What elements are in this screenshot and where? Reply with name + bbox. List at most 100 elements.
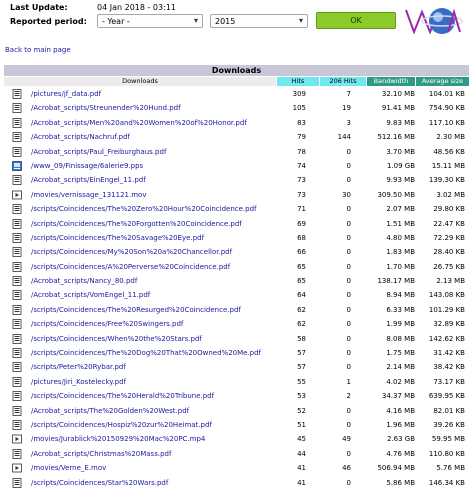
bandwidth-value: 512.16 MB	[377, 133, 415, 142]
bandwidth-value: 3.70 MB	[386, 147, 415, 156]
hits-206-value: 0	[346, 420, 351, 429]
month-select[interactable]: 2015 ▾	[210, 14, 308, 28]
average-size-value: 110.80 KB	[428, 449, 465, 458]
column-header-downloads: Downloads	[4, 77, 276, 86]
bandwidth-value: 2.07 MB	[386, 205, 415, 214]
download-file-link[interactable]: /Acrobat_scripts/Streunender%20Hund.pdf	[31, 104, 181, 112]
download-file-link[interactable]: /movies/Verne_E.mov	[31, 464, 106, 472]
bandwidth-value: 1.83 MB	[386, 248, 415, 257]
table-row: /Acrobat_scripts/Streunender%20Hund.pdf 1…	[4, 101, 469, 115]
bandwidth-value: 1.96 MB	[386, 420, 415, 429]
hits-206-value: 0	[346, 305, 351, 314]
download-file-link[interactable]: /scripts/Coincidences/A%20Perverse%20Coi…	[31, 263, 230, 271]
bandwidth-value: 4.76 MB	[386, 449, 415, 458]
hits-206-value: 0	[346, 277, 351, 286]
pdf-icon	[12, 117, 22, 128]
table-row: /scripts/Coincidences/Hospiz%20zur%20Hei…	[4, 418, 469, 432]
bandwidth-value: 34.37 MB	[381, 392, 415, 401]
table-row: /scripts/Coincidences/My%20Son%20a%20Cha…	[4, 245, 469, 259]
pdf-icon	[12, 333, 22, 344]
average-size-value: 32.89 KB	[433, 320, 465, 329]
hits-value: 83	[297, 118, 306, 127]
bandwidth-value: 9.93 MB	[386, 176, 415, 185]
download-file-link[interactable]: /Acrobat_scripts/Nancy_80.pdf	[31, 277, 137, 285]
hits-value: 74	[297, 161, 306, 170]
download-file-link[interactable]: /scripts/Peter%20Rybar.pdf	[31, 363, 126, 371]
hits-value: 58	[297, 334, 306, 343]
hits-value: 55	[297, 377, 306, 386]
pdf-icon	[12, 146, 22, 157]
average-size-value: 38.42 KB	[433, 363, 465, 372]
reported-period-label: Reported period:	[10, 17, 87, 26]
table-row: /Acrobat_scripts/Nachruf.pdf 79 144 512.16 …	[4, 130, 469, 144]
hits-value: 105	[292, 104, 306, 113]
download-file-link[interactable]: /movies/Jurablick%20150929%20Mac%20PC.mp…	[31, 435, 205, 443]
download-file-link[interactable]: /scripts/Coincidences/The%20Savage%20Eye…	[31, 234, 204, 242]
average-size-value: 139.30 KB	[428, 176, 465, 185]
download-file-link[interactable]: /scripts/Coincidences/The%20Forgotten%20…	[31, 220, 242, 228]
download-file-link[interactable]: /Acrobat_scripts/VomEngel_11.pdf	[31, 291, 150, 299]
download-file-link[interactable]: /pictures/Jiri_Kostelecky.pdf	[31, 378, 126, 386]
hits-value: 78	[297, 147, 306, 156]
pdf-icon	[12, 103, 22, 114]
average-size-value: 117.10 KB	[428, 118, 465, 127]
download-file-link[interactable]: /scripts/Coincidences/Star%20Wars.pdf	[31, 479, 168, 487]
download-file-link[interactable]: /scripts/Coincidences/The%20Zero%20Hour%…	[31, 205, 257, 213]
download-file-link[interactable]: /scripts/Coincidences/My%20Son%20a%20Cha…	[31, 248, 232, 256]
table-row: /Acrobat_scripts/The%20Golden%20West.pdf…	[4, 404, 469, 418]
bandwidth-value: 506.94 MB	[377, 464, 415, 473]
download-file-link[interactable]: /scripts/Coincidences/The%20Resurged%20C…	[31, 306, 241, 314]
pdf-icon	[12, 420, 22, 430]
download-file-link[interactable]: /Acrobat_scripts/Men%20and%20Women%20of%…	[31, 119, 247, 127]
download-file-link[interactable]: /movies/vernissage_131121.mov	[31, 191, 146, 199]
download-file-link[interactable]: /Acrobat_scripts/EinEngel_11.pdf	[31, 176, 146, 184]
download-file-link[interactable]: /scripts/Coincidences/Hospiz%20zur%20Hei…	[31, 421, 212, 429]
bandwidth-value: 32.10 MB	[381, 90, 415, 98]
download-file-link[interactable]: /www_09/Finissage/6alerie9.pps	[31, 162, 143, 170]
hits-206-value: 1	[346, 377, 351, 386]
table-row: /movies/vernissage_131121.mov 73 30 309.50 …	[4, 188, 469, 202]
bandwidth-value: 2.14 MB	[386, 363, 415, 372]
back-to-main-link[interactable]: Back to main page	[5, 46, 71, 54]
table-row: /scripts/Coincidences/The%20Dog%20That%2…	[4, 346, 469, 360]
download-file-link[interactable]: /Acrobat_scripts/Christmas%20Mass.pdf	[31, 450, 171, 458]
average-size-value: 48.56 KB	[433, 147, 465, 156]
year-select-value: - Year -	[102, 17, 130, 26]
hits-206-value: 0	[346, 161, 351, 170]
ok-button[interactable]: OK	[316, 12, 396, 29]
download-file-link[interactable]: /scripts/Coincidences/The%20Dog%20That%2…	[31, 349, 261, 357]
average-size-value: 28.40 KB	[433, 248, 465, 257]
download-file-link[interactable]: /Acrobat_scripts/The%20Golden%20West.pdf	[31, 407, 189, 415]
bandwidth-value: 2.63 GB	[386, 435, 415, 444]
download-file-link[interactable]: /Acrobat_scripts/Paul_Freiburghaus.pdf	[31, 148, 166, 156]
download-file-link[interactable]: /scripts/Coincidences/When%20the%20Stars…	[31, 335, 202, 343]
hits-value: 66	[297, 248, 306, 257]
pdf-icon	[12, 218, 22, 229]
download-file-link[interactable]: /Acrobat_scripts/Nachruf.pdf	[31, 133, 130, 141]
hits-206-value: 0	[346, 205, 351, 214]
bandwidth-value: 8.94 MB	[386, 291, 415, 300]
year-select[interactable]: - Year - ▾	[97, 14, 203, 28]
table-row: /Acrobat_scripts/Men%20and%20Women%20of%…	[4, 116, 469, 130]
download-file-link[interactable]: /scripts/Coincidences/Free%20Swingers.pd…	[31, 320, 183, 328]
pdf-icon	[12, 362, 22, 373]
pdf-icon	[12, 448, 22, 459]
hits-value: 41	[297, 478, 306, 487]
column-header-bandwidth: Bandwidth	[367, 77, 415, 86]
hits-value: 65	[297, 262, 306, 271]
bandwidth-value: 4.02 MB	[386, 377, 415, 386]
hits-206-value: 0	[346, 478, 351, 487]
average-size-value: 39.26 KB	[433, 420, 465, 429]
bandwidth-value: 4.16 MB	[386, 406, 415, 415]
table-row: /scripts/Peter%20Rybar.pdf 57 0 2.14 MB 38.4…	[4, 360, 469, 374]
hits-206-value: 0	[346, 320, 351, 329]
hits-206-value: 0	[346, 233, 351, 242]
movie-icon	[12, 434, 22, 444]
table-row: /Acrobat_scripts/Christmas%20Mass.pdf 44 0…	[4, 447, 469, 461]
average-size-value: 29.80 KB	[433, 205, 465, 214]
table-row: /scripts/Coincidences/The%20Savage%20Eye…	[4, 231, 469, 245]
month-select-value: 2015	[215, 17, 236, 26]
pdf-icon	[12, 319, 22, 330]
download-file-link[interactable]: /pictures/jf_data.pdf	[31, 90, 101, 98]
download-file-link[interactable]: /scripts/Coincidences/The%20Herald%20Tri…	[31, 392, 214, 400]
